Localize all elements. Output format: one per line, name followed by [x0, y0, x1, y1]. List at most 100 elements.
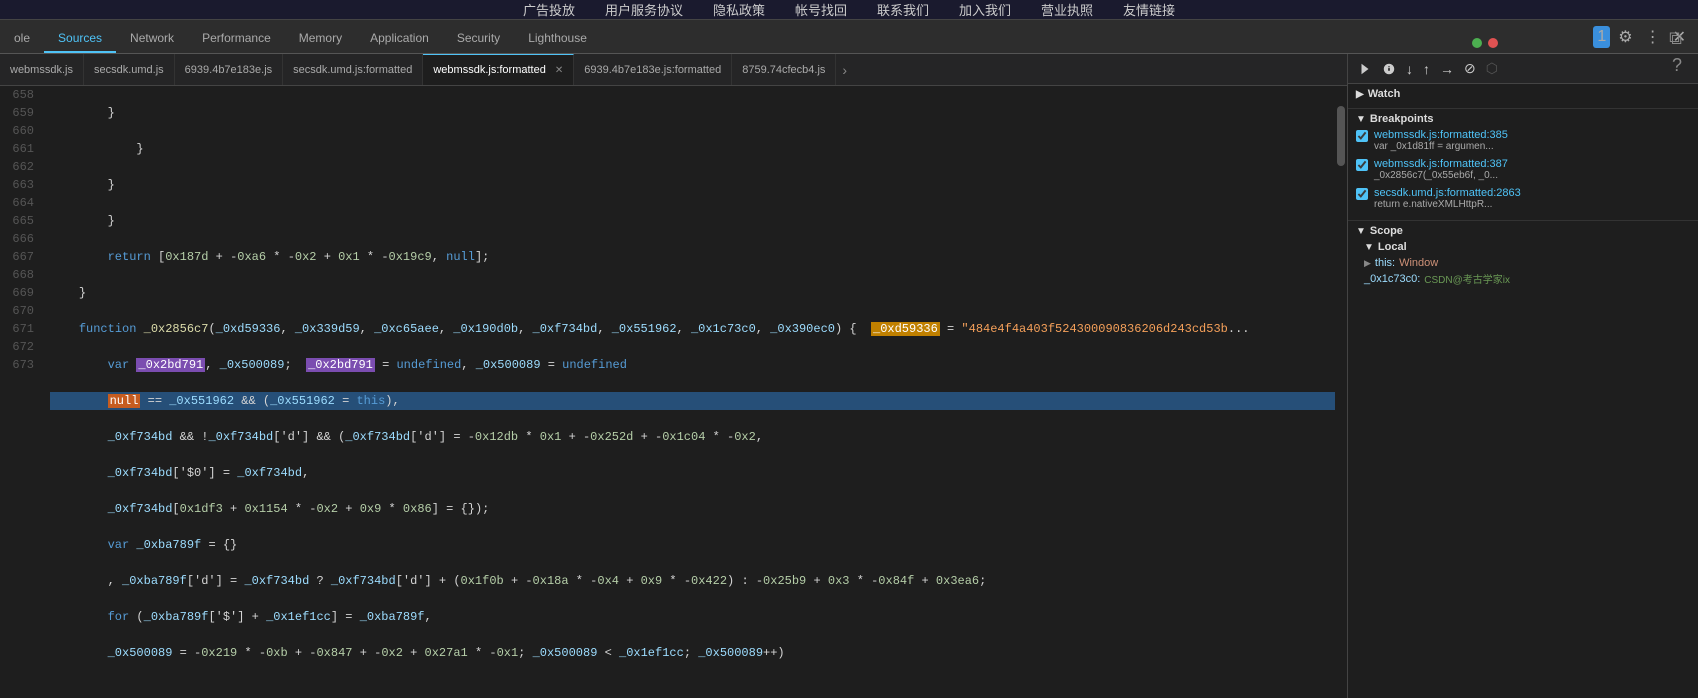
file-tab-label: 8759.74cfecb4.js	[742, 64, 825, 76]
nav-link-7[interactable]: 营业执照	[1041, 0, 1093, 19]
watch-label: Watch	[1368, 88, 1401, 100]
local-scope-header[interactable]: ▼ Local	[1364, 241, 1690, 253]
nav-link-5[interactable]: 联系我们	[877, 0, 929, 19]
tab-lighthouse[interactable]: Lighthouse	[514, 25, 601, 53]
breakpoint-code-1: var _0x1d81ff = argumen...	[1374, 141, 1508, 152]
devtools-panel: ole Sources Network Performance Memory A…	[0, 19, 1698, 698]
scope-this-val: Window	[1399, 257, 1438, 269]
step-over-button[interactable]	[1378, 60, 1400, 78]
tab-memory[interactable]: Memory	[285, 25, 356, 53]
code-line-661: }	[50, 212, 1335, 230]
file-tab-label: secsdk.umd.js:formatted	[293, 64, 412, 76]
step-into-button[interactable]: ↓	[1402, 59, 1417, 79]
scrollbar-thumb[interactable]	[1337, 106, 1345, 166]
watch-section: ▶ Watch	[1348, 84, 1698, 109]
breakpoint-checkbox-2[interactable]	[1356, 159, 1368, 171]
file-tab-webmssdk-fmt[interactable]: webmssdk.js:formatted ✕	[423, 54, 574, 85]
breakpoint-file-3[interactable]: secsdk.umd.js:formatted:2863	[1374, 187, 1521, 199]
breakpoint-text-2: webmssdk.js:formatted:387 _0x2856c7(_0x5…	[1374, 158, 1508, 181]
file-tab-label: 6939.4b7e183e.js	[185, 64, 272, 76]
local-label: Local	[1378, 241, 1407, 253]
code-line-670: var _0xba789f = {}	[50, 536, 1335, 554]
breakpoint-item-2: webmssdk.js:formatted:387 _0x2856c7(_0x5…	[1356, 158, 1690, 181]
breakpoints-header[interactable]: ▼ Breakpoints	[1356, 113, 1690, 125]
code-editor: 658 659 660 661 662 663 664 665 666 667 …	[0, 86, 1347, 698]
breakpoint-code-3: return e.nativeXMLHttpR...	[1374, 199, 1521, 210]
devtools-tab-bar: ole Sources Network Performance Memory A…	[0, 20, 1698, 54]
scope-var1: _0x1c73c0: CSDN@考古学家ix	[1364, 271, 1690, 286]
nav-link-6[interactable]: 加入我们	[959, 0, 1011, 19]
breakpoint-code-2: _0x2856c7(_0x55eb6f, _0...	[1374, 170, 1508, 181]
watch-header[interactable]: ▶ Watch	[1356, 88, 1690, 100]
dot-red	[1488, 38, 1498, 48]
code-line-665: var _0x2bd791, _0x500089; _0x2bd791 = un…	[50, 356, 1335, 374]
scope-section: ▼ Scope ▼ Local ▶ this: Window _0x1c73c0…	[1348, 221, 1698, 292]
code-line-658: }	[50, 104, 1335, 122]
breakpoint-file-2[interactable]: webmssdk.js:formatted:387	[1374, 158, 1508, 170]
file-tab-webmssdk[interactable]: webmssdk.js	[0, 54, 84, 85]
dot-green	[1472, 38, 1482, 48]
nav-link-1[interactable]: 广告投放	[523, 0, 575, 19]
tab-ole[interactable]: ole	[0, 25, 44, 53]
file-tab-secsdk[interactable]: secsdk.umd.js	[84, 54, 175, 85]
code-line-663: }	[50, 284, 1335, 302]
this-arrow-icon: ▶	[1364, 258, 1371, 269]
file-tab-6939-fmt[interactable]: 6939.4b7e183e.js:formatted	[574, 54, 732, 85]
file-tab-6939[interactable]: 6939.4b7e183e.js	[175, 54, 283, 85]
close-tab-icon[interactable]: ✕	[555, 65, 563, 76]
nav-link-8[interactable]: 友情链接	[1123, 0, 1175, 19]
step-button[interactable]: →	[1436, 59, 1458, 79]
debugger-toolbar: ↓ ↑ → ⊘ ⬡	[1348, 54, 1698, 84]
devtools-controls: 1 ⚙ ⋮ ✕	[1593, 25, 1698, 53]
file-tab-label: webmssdk.js:formatted	[433, 64, 545, 76]
resume-button[interactable]	[1354, 60, 1376, 78]
scope-arrow-icon: ▼	[1356, 226, 1366, 237]
scope-var1-val: CSDN@考古学家ix	[1424, 271, 1510, 286]
scope-this: ▶ this: Window	[1364, 257, 1690, 269]
tab-security[interactable]: Security	[443, 25, 514, 53]
file-tab-secsdk-fmt[interactable]: secsdk.umd.js:formatted	[283, 54, 423, 85]
code-line-664: function _0x2856c7(_0xd59336, _0x339d59,…	[50, 320, 1335, 338]
code-line-667: _0xf734bd && !_0xf734bd['d'] && (_0xf734…	[50, 428, 1335, 446]
puzzle-icon: ⧉	[1669, 28, 1682, 49]
deactivate-breakpoints-button[interactable]: ⊘	[1460, 58, 1480, 79]
website-nav: 广告投放 用户服务协议 隐私政策 帐号找回 联系我们 加入我们 营业执照 友情链…	[0, 0, 1698, 19]
local-arrow-icon: ▼	[1364, 242, 1374, 253]
pause-on-exceptions-button[interactable]: ⬡	[1482, 58, 1502, 79]
code-line-659: }	[50, 140, 1335, 158]
code-line-660: }	[50, 176, 1335, 194]
code-line-671: , _0xba789f['d'] = _0xf734bd ? _0xf734bd…	[50, 572, 1335, 590]
code-panel: webmssdk.js secsdk.umd.js 6939.4b7e183e.…	[0, 54, 1348, 698]
code-line-668: _0xf734bd['$0'] = _0xf734bd,	[50, 464, 1335, 482]
tab-network[interactable]: Network	[116, 25, 188, 53]
nav-link-4[interactable]: 帐号找回	[795, 0, 847, 19]
scrollbar[interactable]	[1335, 86, 1347, 698]
tab-application[interactable]: Application	[356, 25, 443, 53]
breakpoints-section: ▼ Breakpoints webmssdk.js:formatted:385 …	[1348, 109, 1698, 221]
file-tab-8759[interactable]: 8759.74cfecb4.js	[732, 54, 836, 85]
breakpoint-checkbox-3[interactable]	[1356, 188, 1368, 200]
step-out-button[interactable]: ↑	[1419, 59, 1434, 79]
devtools-main: webmssdk.js secsdk.umd.js 6939.4b7e183e.…	[0, 54, 1698, 698]
file-tab-label: webmssdk.js	[10, 64, 73, 76]
tabs-scroll-right[interactable]: ›	[836, 54, 853, 85]
code-line-662: return [0x187d + -0xa6 * -0x2 + 0x1 * -0…	[50, 248, 1335, 266]
code-line-666: null == _0x551962 && (_0x551962 = this),	[50, 392, 1335, 410]
watch-arrow-icon: ▶	[1356, 89, 1364, 100]
browser-dots	[1472, 38, 1498, 48]
nav-link-3[interactable]: 隐私政策	[713, 0, 765, 19]
scope-header[interactable]: ▼ Scope	[1356, 225, 1690, 237]
breakpoint-file-1[interactable]: webmssdk.js:formatted:385	[1374, 129, 1508, 141]
nav-link-2[interactable]: 用户服务协议	[605, 0, 683, 19]
debugger-panel: ↓ ↑ → ⊘ ⬡ ▶ Watch ▼ Breakpoints	[1348, 54, 1698, 698]
code-line-672: for (_0xba789f['$'] + _0x1ef1cc] = _0xba…	[50, 608, 1335, 626]
notification-badge: 1	[1593, 26, 1610, 48]
tab-sources[interactable]: Sources	[44, 25, 116, 53]
line-numbers: 658 659 660 661 662 663 664 665 666 667 …	[0, 86, 42, 698]
code-line-669: _0xf734bd[0x1df3 + 0x1154 * -0x2 + 0x9 *…	[50, 500, 1335, 518]
more-icon[interactable]: ⋮	[1641, 25, 1665, 49]
breakpoint-checkbox-1[interactable]	[1356, 130, 1368, 142]
file-tab-bar: webmssdk.js secsdk.umd.js 6939.4b7e183e.…	[0, 54, 1347, 86]
tab-performance[interactable]: Performance	[188, 25, 285, 53]
settings-icon[interactable]: ⚙	[1614, 25, 1636, 49]
